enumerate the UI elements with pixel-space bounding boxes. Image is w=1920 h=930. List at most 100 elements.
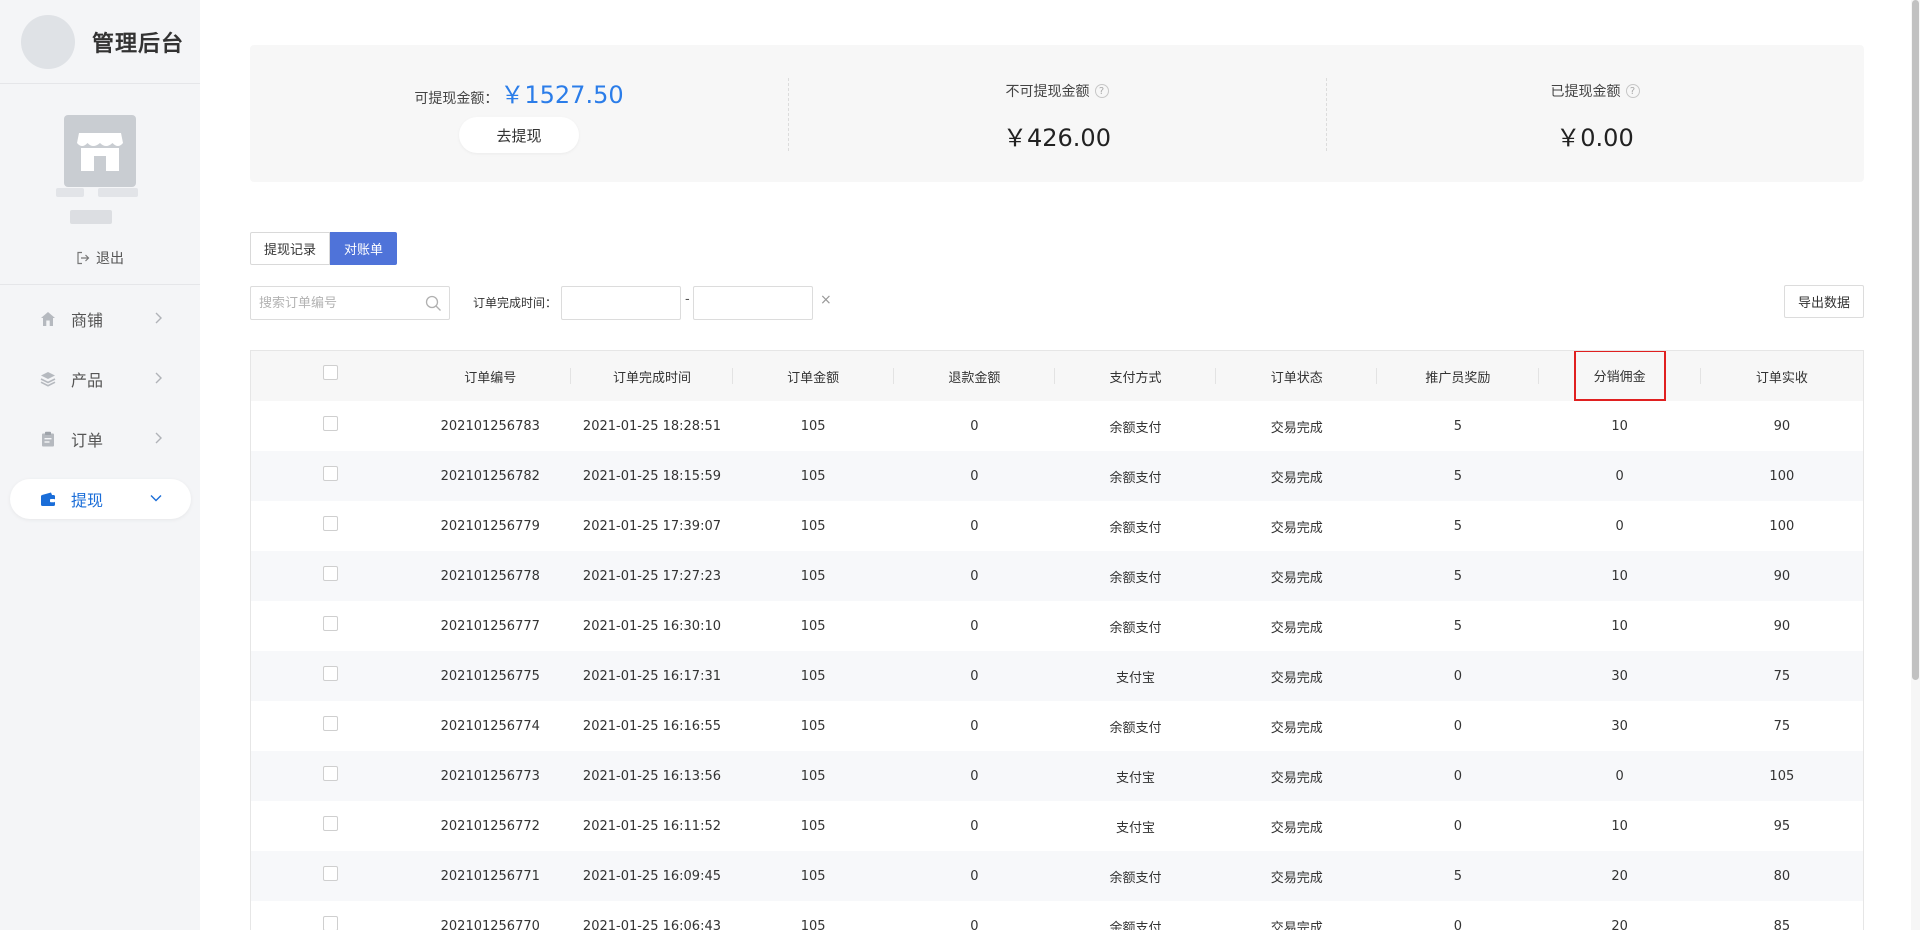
table-cell: 5	[1377, 851, 1539, 901]
column-header: 订单状态	[1216, 351, 1378, 401]
row-checkbox[interactable]	[322, 665, 338, 681]
logout-button[interactable]: 退出	[76, 248, 124, 268]
table-cell: 202101256779	[440, 518, 540, 534]
column-header: 订单完成时间	[571, 351, 733, 401]
row-checkbox[interactable]	[322, 465, 338, 481]
row-checkbox[interactable]	[322, 715, 338, 731]
table-cell: 202101256773	[409, 751, 572, 801]
column-header: 退款金额	[893, 351, 1056, 401]
column-header: 支付方式	[1054, 351, 1217, 401]
table-cell: 10	[1611, 418, 1628, 434]
sidebar-item-label: 产品	[71, 371, 104, 390]
table-row: 202101256772 2021-01-25 16:11:52 105 0 支付宝 交易…	[251, 801, 1863, 851]
table-cell: 5	[1453, 518, 1463, 534]
row-select-cell	[251, 601, 409, 651]
table-cell: 交易完成	[1270, 420, 1323, 436]
table-cell: 105	[732, 551, 894, 601]
table-cell: 202101256783	[440, 418, 540, 434]
table-cell: 20	[1538, 851, 1701, 901]
row-checkbox[interactable]	[322, 565, 338, 581]
sidebar: 管理后台 退出 商铺 产品 订单 提现	[0, 0, 200, 930]
scrollbar-thumb[interactable]	[1912, 0, 1919, 680]
table-cell: 2021-01-25 16:17:31	[571, 651, 733, 701]
select-all-checkbox[interactable]	[322, 364, 338, 380]
logout-icon	[77, 251, 90, 265]
table-cell: 105	[732, 651, 894, 701]
export-data-button[interactable]: 导出数据	[1784, 285, 1864, 318]
brand-logo	[21, 14, 75, 69]
tab-withdraw-records[interactable]: 提现记录	[250, 232, 331, 265]
table-cell: 105	[800, 418, 826, 434]
row-checkbox[interactable]	[322, 415, 338, 431]
row-checkbox[interactable]	[322, 515, 338, 531]
row-checkbox[interactable]	[322, 865, 338, 881]
table-cell: 202101256782	[409, 451, 572, 501]
tab-statement[interactable]: 对账单	[330, 232, 398, 265]
date-range-label: 订单完成时间：	[473, 296, 558, 310]
end-date-input[interactable]	[693, 286, 813, 320]
table-cell: 余额支付	[1109, 420, 1162, 436]
chevron-right-icon	[155, 432, 162, 444]
help-icon[interactable]: ?	[1625, 84, 1640, 98]
search-icon[interactable]	[425, 295, 442, 312]
sidebar-item-label: 订单	[71, 431, 104, 450]
home-icon	[39, 310, 57, 328]
table-cell: 2021-01-25 16:11:52	[582, 818, 721, 834]
table-cell: 0	[1453, 918, 1463, 930]
table-header-row: 订单编号 订单完成时间 订单金额 退款金额 支付方式 订单状态 推广员奖励 分销…	[251, 351, 1863, 401]
table-cell: 0	[970, 418, 979, 434]
sidebar-item-label: 商铺	[71, 311, 104, 330]
row-select-cell	[251, 801, 409, 851]
table-cell: 2021-01-25 17:39:07	[582, 518, 721, 534]
row-select-cell	[251, 901, 409, 930]
withdraw-button[interactable]: 去提现	[459, 117, 579, 153]
table-cell: 202101256770	[440, 918, 540, 930]
start-date-input[interactable]	[561, 286, 681, 320]
column-header: 订单实收	[1700, 351, 1863, 401]
table-cell: 0	[970, 918, 979, 930]
search-input[interactable]	[259, 295, 419, 311]
table-cell: 105	[800, 618, 826, 634]
clear-date-icon[interactable]: ×	[820, 292, 832, 308]
row-select-cell	[251, 851, 410, 901]
table-cell: 5	[1453, 618, 1463, 634]
row-select-cell	[251, 451, 410, 501]
table-cell: 10	[1538, 551, 1701, 601]
sidebar-item-store[interactable]: 商铺	[10, 299, 191, 339]
sidebar-item-orders[interactable]: 订单	[10, 419, 191, 459]
table-cell: 0	[970, 718, 979, 734]
table-row: 202101256775 2021-01-25 16:17:31 105 0 支付宝 交易…	[251, 651, 1863, 701]
page-scrollbar[interactable]	[1911, 0, 1920, 930]
table-cell: 105	[732, 751, 894, 801]
date-separator: -	[685, 292, 690, 307]
table-cell: 20	[1611, 918, 1628, 930]
sidebar-item-products[interactable]: 产品	[10, 359, 191, 399]
table-cell: 0	[1538, 751, 1701, 801]
brand-title: 管理后台	[92, 31, 185, 57]
table-cell: 交易完成	[1216, 551, 1378, 601]
table-cell: 105	[800, 718, 826, 734]
table-cell: 0	[893, 751, 1055, 801]
non-withdrawable-amount: ￥426.00	[1003, 124, 1111, 152]
table-cell: 80	[1700, 851, 1863, 901]
withdrawable-label: 可提现金额：	[414, 91, 499, 107]
sidebar-item-withdraw[interactable]: 提现	[10, 479, 191, 519]
table-cell: 2021-01-25 16:30:10	[582, 618, 721, 634]
table-cell: 交易完成	[1216, 451, 1378, 501]
table-cell: 100	[1700, 451, 1863, 501]
row-checkbox[interactable]	[322, 765, 338, 781]
table-cell: 0	[970, 618, 979, 634]
table-cell: 105	[732, 851, 894, 901]
table-cell: 202101256771	[409, 851, 572, 901]
withdrawable-panel: 可提现金额： ￥1527.50 去提现	[250, 45, 788, 182]
row-select-cell	[251, 501, 409, 551]
table-cell: 余额支付	[1109, 520, 1162, 536]
row-select-cell	[251, 551, 410, 601]
help-icon[interactable]: ?	[1094, 84, 1109, 98]
row-checkbox[interactable]	[322, 815, 338, 831]
table-row: 202101256777 2021-01-25 16:30:10 105 0 余额支付交…	[251, 601, 1863, 651]
row-checkbox[interactable]	[322, 615, 338, 631]
table-cell: 202101256775	[409, 651, 572, 701]
table-cell: 余额支付	[1054, 451, 1217, 501]
row-checkbox[interactable]	[322, 915, 338, 930]
